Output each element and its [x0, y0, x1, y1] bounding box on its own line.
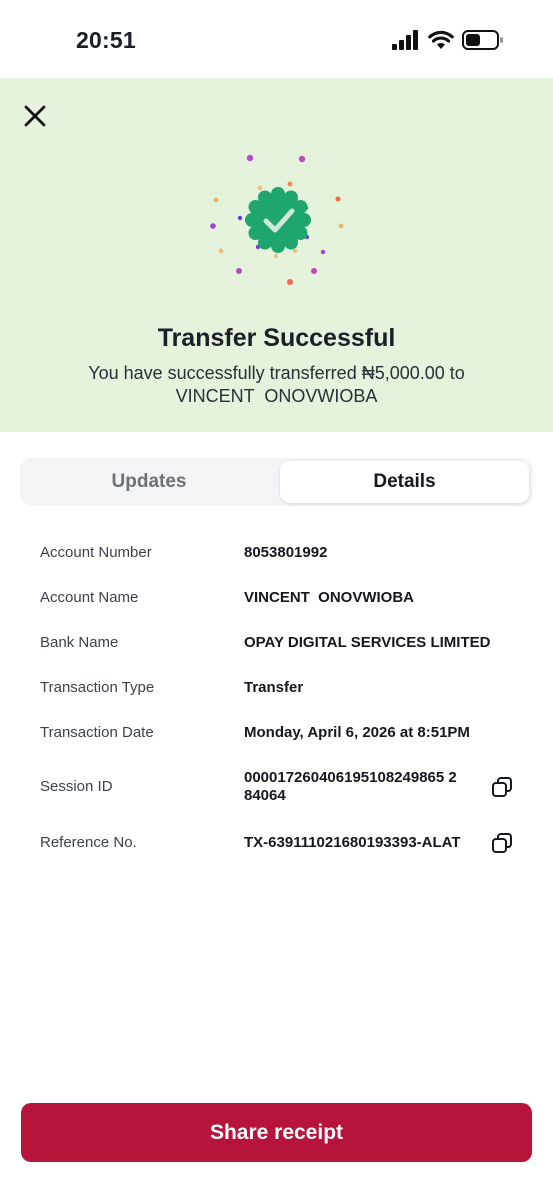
- status-bar: 20:51: [0, 0, 553, 78]
- detail-label-account-name: Account Name: [40, 589, 139, 606]
- success-badge-icon: [210, 154, 344, 285]
- success-panel: Transfer Successful You have successfull…: [0, 78, 553, 432]
- copy-icon[interactable]: [490, 775, 514, 799]
- detail-value-bank-name: OPAY DIGITAL SERVICES LIMITED: [244, 634, 491, 651]
- success-message-line2: VINCENT ONOVWIOBA: [175, 386, 378, 406]
- success-message-line1: You have successfully transferred ₦5,000…: [88, 363, 465, 383]
- status-time: 20:51: [76, 27, 136, 53]
- detail-label-account-number: Account Number: [40, 544, 152, 561]
- session-id-line2: 84064: [244, 787, 286, 804]
- detail-value-account-name: VINCENT ONOVWIOBA: [244, 589, 415, 606]
- detail-value-transaction-type: Transfer: [244, 679, 304, 696]
- battery-icon: [462, 30, 503, 50]
- detail-label-transaction-date: Transaction Date: [40, 724, 154, 741]
- detail-value-account-number: 8053801992: [244, 544, 328, 561]
- share-receipt-button[interactable]: Share receipt: [21, 1103, 532, 1162]
- detail-value-transaction-date: Monday, April 6, 2026 at 8:51PM: [244, 724, 470, 741]
- detail-label-transaction-type: Transaction Type: [40, 679, 155, 696]
- session-id-line1: 000017260406195108249865 2: [244, 769, 457, 786]
- detail-label-bank-name: Bank Name: [40, 634, 119, 651]
- tab-switcher: Updates Details: [20, 458, 533, 506]
- detail-label-session-id: Session ID: [40, 778, 113, 795]
- wifi-icon: [428, 30, 454, 49]
- close-icon[interactable]: [18, 99, 52, 133]
- signal-icon: [392, 30, 418, 50]
- success-title: Transfer Successful: [157, 324, 396, 352]
- copy-icon[interactable]: [490, 831, 514, 855]
- detail-value-session-id: 000017260406195108249865 2 84064: [244, 769, 457, 805]
- tab-updates[interactable]: Updates: [23, 461, 275, 503]
- detail-value-reference-no: TX-639111021680193393-ALAT: [244, 834, 461, 851]
- detail-label-reference-no: Reference No.: [40, 834, 137, 851]
- tab-details[interactable]: Details: [280, 461, 529, 503]
- success-message: You have successfully transferred ₦5,000…: [60, 362, 493, 408]
